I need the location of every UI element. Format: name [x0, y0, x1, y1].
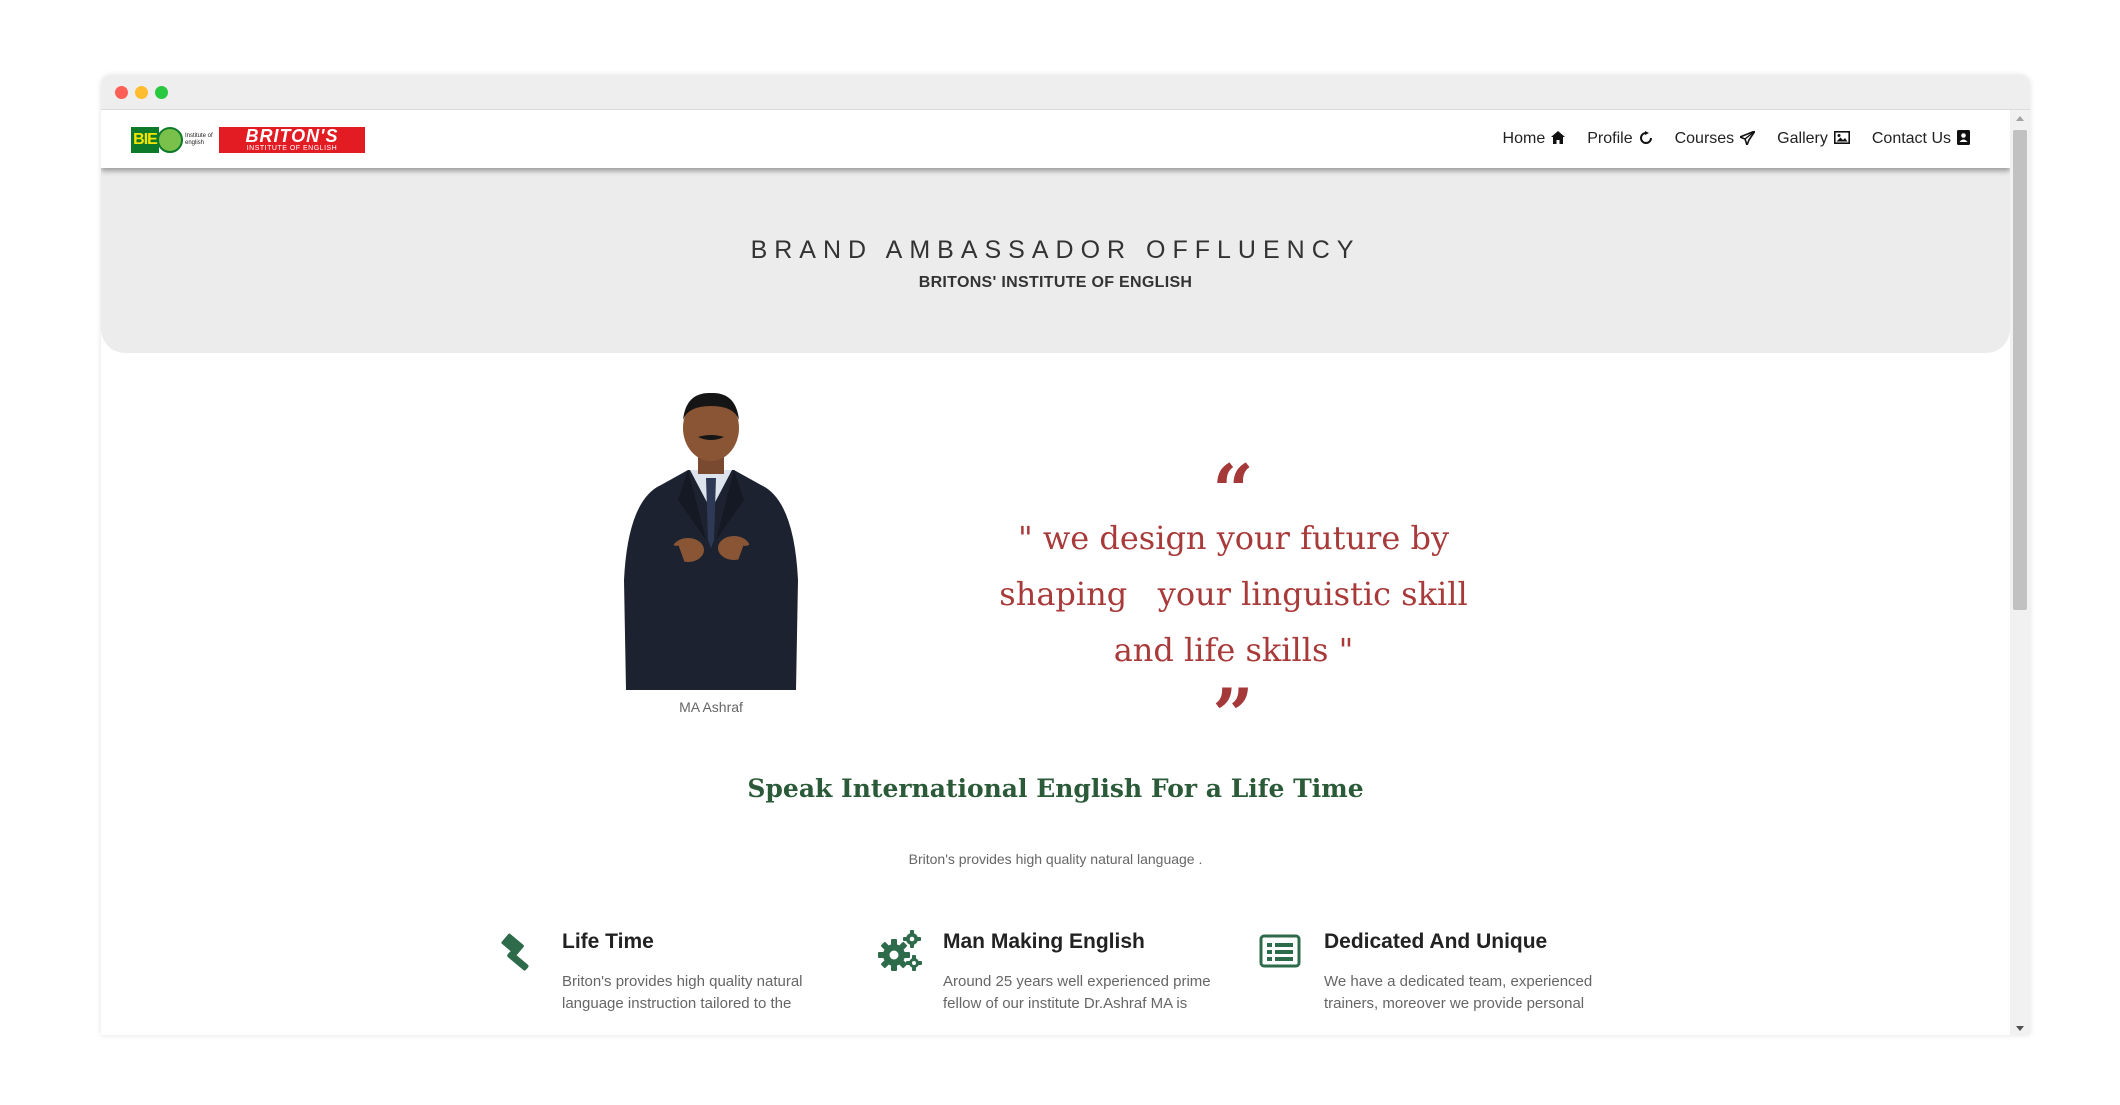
close-window-button[interactable] — [115, 86, 128, 99]
ambassador-quote: " we design your future by shaping your … — [999, 519, 1468, 669]
feature-description: Around 25 years well experienced prime f… — [943, 973, 1211, 1012]
minimize-window-button[interactable] — [135, 86, 148, 99]
nav-home[interactable]: Home — [1503, 130, 1566, 148]
image-icon — [1833, 131, 1850, 147]
nav-profile-label: Profile — [1587, 130, 1633, 147]
logo-bie-mark: BIE — [131, 127, 159, 153]
home-icon — [1551, 131, 1566, 147]
ambassador-portrait — [606, 390, 816, 690]
hero-title: BRAND AMBASSADOR OFFLUENCY — [750, 236, 1361, 264]
ambassador-name: MA Ashraf — [679, 699, 743, 715]
feature-title: Life Time — [562, 930, 654, 953]
nav-gallery-label: Gallery — [1777, 130, 1828, 147]
logo-brand-subtitle: INSTITUTE OF ENGLISH — [246, 145, 338, 152]
gears-icon — [878, 930, 922, 972]
quote-close-icon: ” — [1212, 672, 1254, 757]
feature-title: Man Making English — [943, 930, 1145, 953]
window-titlebar — [101, 75, 2030, 110]
feature-description: We have a dedicated team, experienced tr… — [1324, 973, 1593, 1012]
page-viewport: BIE Institute of english BRITON'S INSTIT… — [101, 110, 2010, 1035]
nav-home-label: Home — [1502, 130, 1546, 147]
nav-courses[interactable]: Courses — [1674, 129, 1756, 148]
nav-contact-label: Contact Us — [1871, 130, 1951, 147]
scroll-up-arrow-icon[interactable] — [2016, 116, 2024, 121]
hero-subtitle: BRITONS' INSTITUTE OF ENGLISH — [918, 274, 1193, 291]
refresh-icon — [1639, 130, 1653, 148]
section-subtitle: Briton's provides high quality natural l… — [908, 851, 1203, 867]
scroll-down-arrow-icon[interactable] — [2016, 1026, 2024, 1031]
nav-courses-label: Courses — [1674, 130, 1735, 147]
feature-title: Dedicated And Unique — [1324, 930, 1548, 953]
contact-book-icon — [1957, 130, 1970, 148]
browser-window: BIE Institute of english BRITON'S INSTIT… — [101, 75, 2030, 1035]
hero-banner: BRAND AMBASSADOR OFFLUENCY BRITONS' INST… — [101, 168, 2010, 353]
logo-tagline: Institute of english — [185, 133, 213, 146]
main-nav: Home Profile Courses Gallery Contact Us — [1481, 110, 1970, 168]
scroll-thumb[interactable] — [2013, 130, 2027, 610]
feature-description: Briton's provides high quality natural l… — [562, 973, 803, 1012]
logo-brand-name: BRITON'S — [245, 126, 339, 146]
paper-plane-icon — [1739, 129, 1756, 148]
section-title: Speak International English For a Life T… — [747, 774, 1364, 803]
vertical-scrollbar[interactable] — [2010, 110, 2030, 1035]
maximize-window-button[interactable] — [155, 86, 168, 99]
list-icon — [1259, 930, 1301, 972]
site-logo[interactable]: BIE Institute of english BRITON'S INSTIT… — [131, 126, 365, 154]
navbar: BIE Institute of english BRITON'S INSTIT… — [101, 110, 2010, 168]
nav-gallery[interactable]: Gallery — [1777, 130, 1850, 148]
logo-brand: BRITON'S INSTITUTE OF ENGLISH — [219, 127, 365, 153]
gavel-icon — [497, 930, 539, 972]
nav-profile[interactable]: Profile — [1587, 130, 1652, 148]
nav-contact[interactable]: Contact Us — [1872, 130, 1970, 148]
globe-icon — [157, 127, 183, 153]
